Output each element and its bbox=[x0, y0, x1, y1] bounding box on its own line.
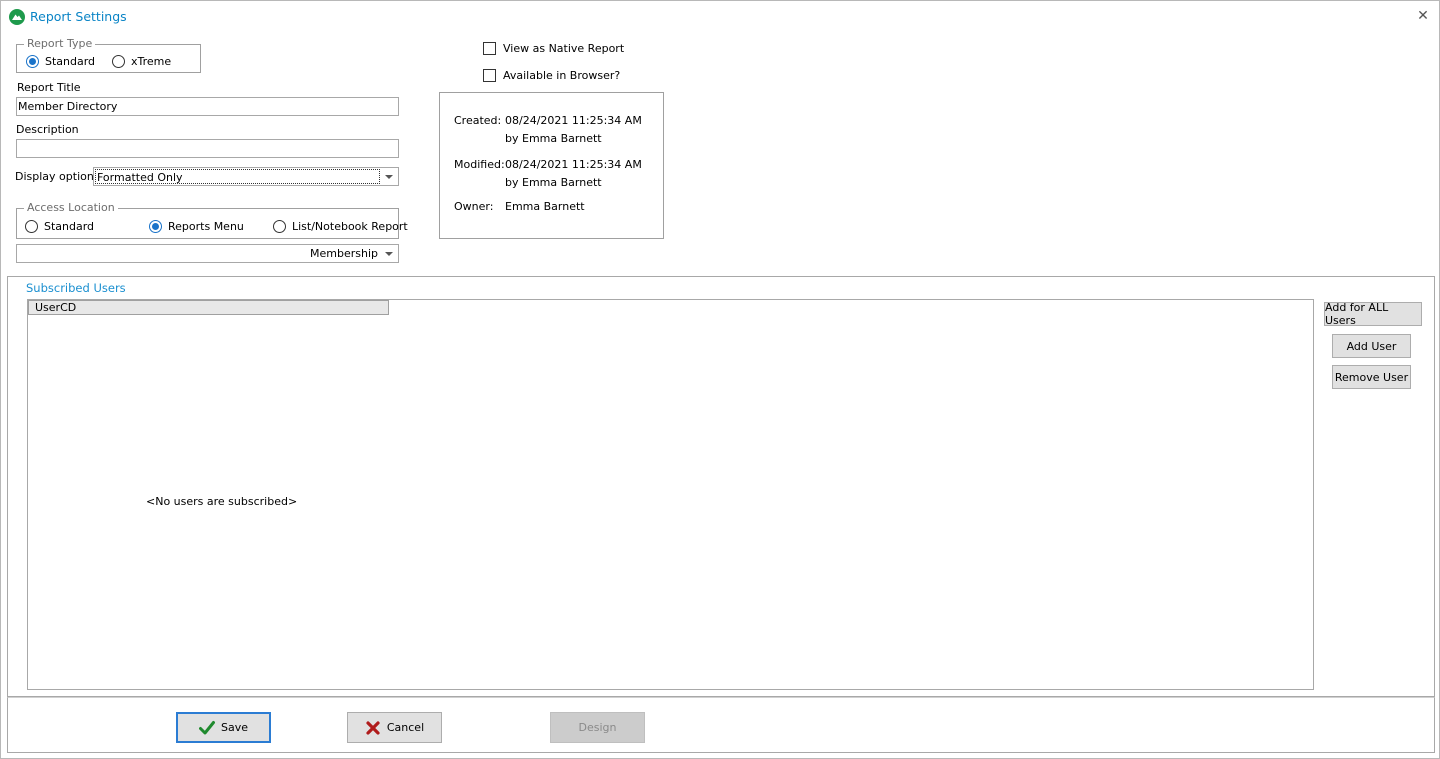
save-button[interactable]: Save bbox=[176, 712, 271, 743]
remove-user-button[interactable]: Remove User bbox=[1332, 365, 1411, 389]
radio-selected-indicator bbox=[149, 220, 162, 233]
report-type-standard-radio[interactable]: Standard bbox=[26, 55, 95, 68]
report-type-legend: Report Type bbox=[24, 38, 96, 50]
modified-by-label: by bbox=[505, 176, 519, 189]
display-option-label: Display option bbox=[15, 170, 94, 183]
modified-label: Modified: bbox=[454, 158, 505, 171]
created-value: 08/24/2021 11:25:34 AM bbox=[505, 114, 642, 127]
created-label: Created: bbox=[454, 114, 502, 127]
cancel-label: Cancel bbox=[386, 721, 425, 734]
description-input[interactable] bbox=[16, 139, 399, 158]
available-in-browser-label: Available in Browser? bbox=[503, 69, 621, 82]
created-by-label: by bbox=[505, 132, 519, 145]
design-button[interactable]: Design bbox=[550, 712, 645, 743]
report-title-input[interactable]: Member Directory bbox=[16, 97, 399, 116]
design-label: Design bbox=[578, 721, 617, 734]
description-label: Description bbox=[16, 123, 79, 136]
access-standard-label: Standard bbox=[44, 220, 95, 233]
report-type-xtreme-radio[interactable]: xTreme bbox=[112, 55, 171, 68]
access-list-notebook-label: List/Notebook Report bbox=[292, 220, 408, 233]
chevron-down-icon[interactable] bbox=[380, 245, 398, 262]
owner-value: Emma Barnett bbox=[505, 200, 585, 213]
access-reports-menu-label: Reports Menu bbox=[168, 220, 244, 233]
display-option-value: Formatted Only bbox=[95, 169, 380, 184]
access-location-legend: Access Location bbox=[24, 202, 118, 214]
x-icon bbox=[366, 720, 380, 735]
checkmark-icon bbox=[198, 720, 215, 734]
checkbox-box bbox=[483, 42, 496, 55]
owner-label: Owner: bbox=[454, 200, 494, 213]
checkbox-box bbox=[483, 69, 496, 82]
modified-by-value: Emma Barnett bbox=[522, 176, 602, 189]
modified-value: 08/24/2021 11:25:34 AM bbox=[505, 158, 642, 171]
radio-indicator bbox=[112, 55, 125, 68]
add-for-all-users-button[interactable]: Add for ALL Users bbox=[1324, 301, 1422, 327]
created-by-value: Emma Barnett bbox=[522, 132, 602, 145]
remove-user-label: Remove User bbox=[1334, 370, 1409, 384]
app-logo-icon bbox=[9, 9, 25, 25]
report-settings-window: Report Settings ✕ Report Type Standard x… bbox=[0, 0, 1440, 759]
radio-indicator bbox=[273, 220, 286, 233]
view-native-report-label: View as Native Report bbox=[503, 42, 625, 55]
empty-grid-message: <No users are subscribed> bbox=[146, 495, 298, 508]
add-for-all-users-label: Add for ALL Users bbox=[1325, 301, 1389, 327]
report-title-label: Report Title bbox=[17, 81, 81, 94]
menu-location-value: Membership bbox=[310, 247, 378, 260]
add-user-label: Add User bbox=[1346, 339, 1397, 353]
report-type-standard-label: Standard bbox=[45, 55, 96, 68]
radio-indicator bbox=[25, 220, 38, 233]
close-icon: ✕ bbox=[1417, 8, 1429, 24]
chevron-down-icon[interactable] bbox=[380, 168, 398, 185]
available-in-browser-checkbox[interactable]: Available in Browser? bbox=[483, 69, 620, 82]
report-type-xtreme-label: xTreme bbox=[131, 55, 172, 68]
add-user-button[interactable]: Add User bbox=[1332, 334, 1411, 358]
subscribed-users-title: Subscribed Users bbox=[26, 281, 126, 295]
column-header-usercd[interactable]: UserCD bbox=[28, 300, 389, 315]
cancel-button[interactable]: Cancel bbox=[347, 712, 442, 743]
access-reports-menu-radio[interactable]: Reports Menu bbox=[149, 220, 244, 233]
close-button[interactable]: ✕ bbox=[1415, 8, 1431, 24]
access-list-notebook-radio[interactable]: List/Notebook Report bbox=[273, 220, 408, 233]
radio-selected-indicator bbox=[26, 55, 39, 68]
display-option-dropdown[interactable]: Formatted Only bbox=[93, 167, 399, 186]
window-title: Report Settings bbox=[30, 9, 127, 24]
save-label: Save bbox=[220, 721, 248, 734]
view-native-report-checkbox[interactable]: View as Native Report bbox=[483, 42, 624, 55]
menu-location-dropdown[interactable]: Membership bbox=[16, 244, 399, 263]
access-standard-radio[interactable]: Standard bbox=[25, 220, 94, 233]
